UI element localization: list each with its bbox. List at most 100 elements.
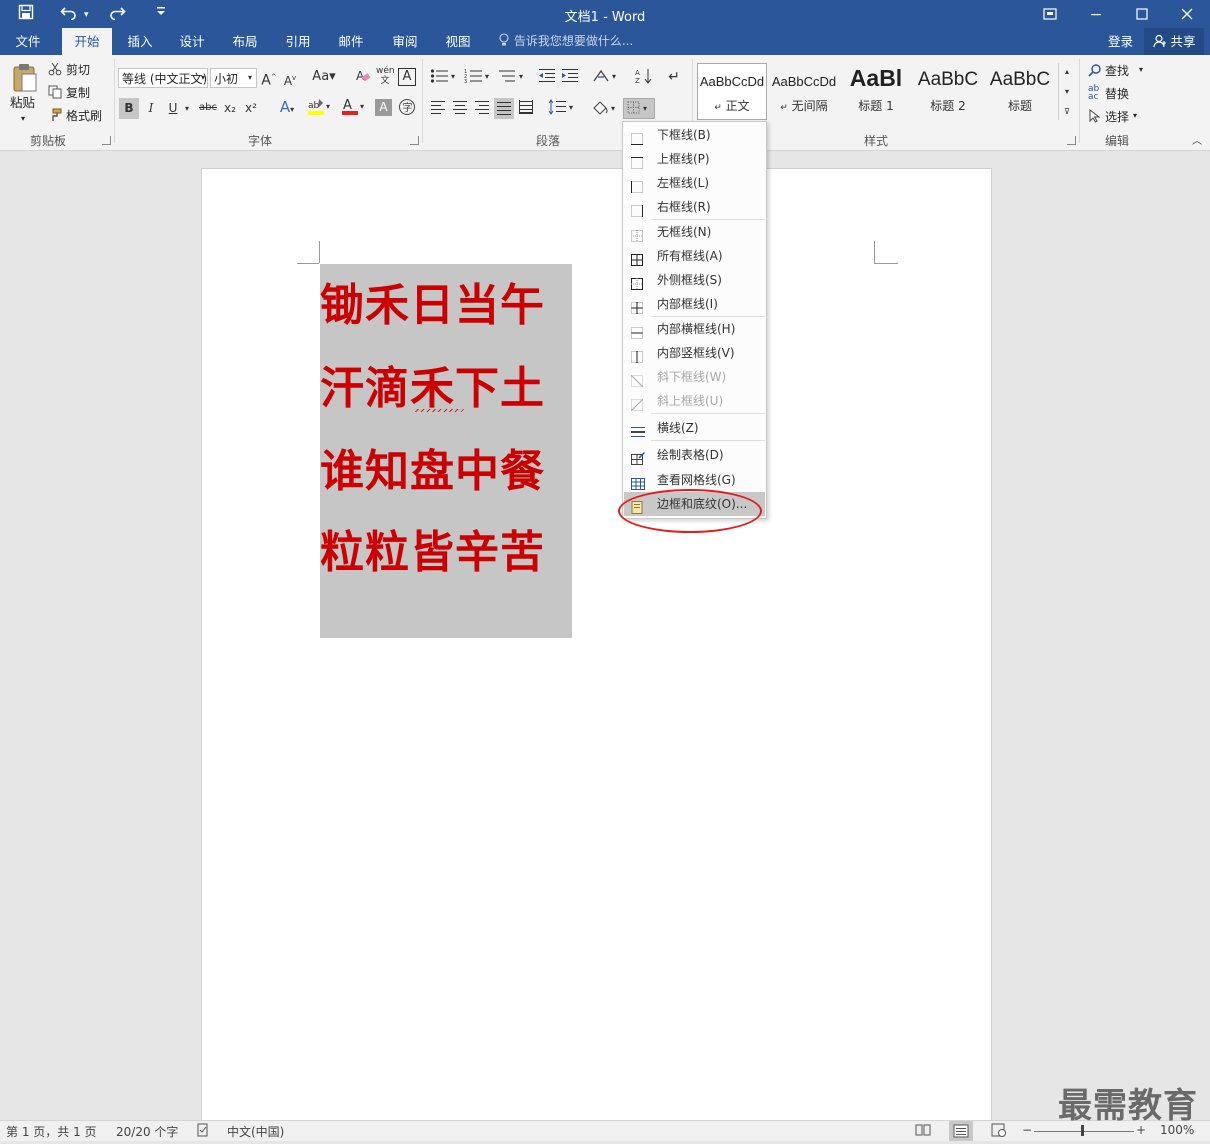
underline-button[interactable]: U [165,99,181,117]
share-button[interactable]: 共享 [1144,28,1204,55]
font-color-icon[interactable]: A ▾ [340,97,368,122]
styles-down-icon[interactable]: ▾ [1061,83,1073,101]
tab-layout[interactable]: 布局 [221,28,269,55]
zoom-slider[interactable] [1034,1131,1134,1132]
clear-formatting-icon[interactable]: A [354,68,372,89]
menu-item-left-border[interactable]: 左框线(L) [624,171,765,195]
format-painter-button[interactable]: 格式刷 [48,107,108,125]
font-name-dropdown-icon[interactable]: ▾ [198,69,208,87]
align-left-icon[interactable] [429,100,447,119]
sign-in-link[interactable]: 登录 [1108,28,1133,55]
increase-indent-icon[interactable] [561,68,579,89]
tab-home[interactable]: 开始 [62,28,112,55]
maximize-button[interactable] [1119,0,1165,28]
sort-icon[interactable]: AZ [635,67,653,90]
menu-item-no-border[interactable]: 无框线(N) [624,220,765,244]
select-dropdown-icon: ▾ [1133,111,1138,120]
line-spacing-icon[interactable]: ▾ [548,99,576,120]
styles-up-icon[interactable]: ▴ [1061,63,1073,81]
select-button[interactable]: 选择 ▾ [1088,108,1158,126]
superscript-button[interactable]: x² [243,99,259,117]
menu-item-inside-vertical-border[interactable]: 内部竖框线(V) [624,341,765,365]
styles-launcher-icon[interactable] [1067,136,1076,145]
tell-me-box[interactable]: 告诉我您想要做什么... [498,28,633,55]
tab-mailings[interactable]: 邮件 [327,28,375,55]
tab-view[interactable]: 视图 [434,28,482,55]
collapse-ribbon-icon[interactable]: ︿ [1190,133,1204,151]
style-card-heading-2[interactable]: AaBbC 标题 2 [914,63,982,119]
style-card-heading-1[interactable]: AaBl 标题 1 [842,63,910,119]
style-card-normal[interactable]: AaBbCcDd ↵ 正文 [698,63,766,119]
tab-design[interactable]: 设计 [168,28,216,55]
style-name: 标题 2 [930,99,966,113]
tab-file[interactable]: 文件 [4,28,52,55]
poem-line-3[interactable]: 谁知盘中餐 [320,446,580,498]
justify-icon[interactable] [494,98,514,119]
shrink-font-icon[interactable]: Av [282,69,298,90]
align-center-icon[interactable] [451,100,469,119]
style-card-no-spacing[interactable]: AaBbCcDd ↵ 无间隔 [770,63,838,119]
menu-item-inside-borders[interactable]: 内部框线(I) [624,292,765,316]
phonetic-guide-icon[interactable]: wén 文 [376,66,395,86]
print-layout-icon[interactable] [949,1121,973,1141]
underline-dropdown-icon[interactable]: ▾ [182,100,192,118]
menu-item-inside-horizontal-border[interactable]: 内部横框线(H) [624,317,765,341]
paste-button[interactable]: 粘贴 ▾ [8,63,42,127]
shading-icon[interactable]: ▾ [591,99,619,122]
zoom-out-button[interactable]: − [1022,1123,1032,1137]
character-border-icon[interactable]: A [398,68,416,86]
align-right-icon[interactable] [473,100,491,119]
distributed-icon[interactable] [517,100,535,119]
bold-button[interactable]: B [119,98,139,119]
find-button[interactable]: 查找 ▾ [1088,62,1158,80]
ribbon-display-options-icon[interactable] [1027,0,1073,28]
cut-button[interactable]: 剪切 [48,61,108,79]
svg-text:Z: Z [635,77,640,85]
font-size-dropdown-icon[interactable]: ▾ [245,69,255,87]
menu-item-outside-borders[interactable]: 外侧框线(S) [624,268,765,292]
styles-more-icon[interactable]: ⊽ [1061,103,1073,121]
font-name-combo[interactable]: 等线 (中文正文) [118,68,208,88]
numbering-icon[interactable]: 1 2 3 ▾ [463,68,493,89]
menu-item-right-border[interactable]: 右框线(R) [624,195,765,219]
close-button[interactable] [1164,0,1210,28]
multilevel-list-icon[interactable]: ▾ [497,68,527,89]
grow-font-icon[interactable]: A^ [261,68,277,90]
font-launcher-icon[interactable] [410,136,419,145]
highlight-color-icon[interactable]: ab ▾ [306,97,334,122]
web-layout-icon[interactable] [991,1123,1007,1140]
minimize-button[interactable] [1073,0,1119,28]
enclose-characters-icon[interactable]: 字 [397,98,416,121]
page-count[interactable]: 第 1 页，共 1 页 [6,1123,97,1140]
tab-insert[interactable]: 插入 [116,28,164,55]
menu-item-draw-table[interactable]: 绘制表格(D) [624,443,765,467]
decrease-indent-icon[interactable] [538,68,556,89]
proofing-icon[interactable] [196,1123,210,1140]
read-mode-icon[interactable] [915,1123,931,1140]
change-case-icon[interactable]: Aa▾ [310,68,338,86]
clipboard-launcher-icon[interactable] [102,136,111,145]
copy-button[interactable]: 复制 [48,84,108,102]
poem-line-1[interactable]: 锄禾日当午 [320,280,580,332]
poem-line-4[interactable]: 粒粒皆辛苦 [320,527,580,579]
replace-button[interactable]: ab ac 替换 [1088,85,1158,103]
italic-button[interactable]: I [143,99,159,117]
menu-item-all-borders[interactable]: 所有框线(A) [624,244,765,268]
borders-button[interactable]: ▾ [623,98,655,119]
character-shading-icon[interactable]: A [375,99,392,116]
tab-references[interactable]: 引用 [274,28,322,55]
poem-line-2[interactable]: 汗滴禾下土 [320,363,580,415]
language-indicator[interactable]: 中文(中国) [227,1123,284,1140]
menu-item-bottom-border[interactable]: 下框线(B) [624,123,765,147]
bullets-icon[interactable]: ▾ [429,68,459,89]
strikethrough-button[interactable]: abc [197,99,219,117]
menu-item-top-border[interactable]: 上框线(P) [624,147,765,171]
show-formatting-marks-icon[interactable]: ↵ [667,68,681,86]
style-card-title[interactable]: AaBbC 标题 [986,63,1054,119]
subscript-button[interactable]: x₂ [222,99,238,117]
tab-review[interactable]: 审阅 [381,28,429,55]
menu-item-horizontal-line[interactable]: 横线(Z) [624,416,765,440]
text-effects-icon[interactable]: A▾ [274,98,300,119]
word-count[interactable]: 20/20 个字 [116,1123,178,1140]
chinese-layout-icon[interactable]: ▾ [591,68,621,89]
